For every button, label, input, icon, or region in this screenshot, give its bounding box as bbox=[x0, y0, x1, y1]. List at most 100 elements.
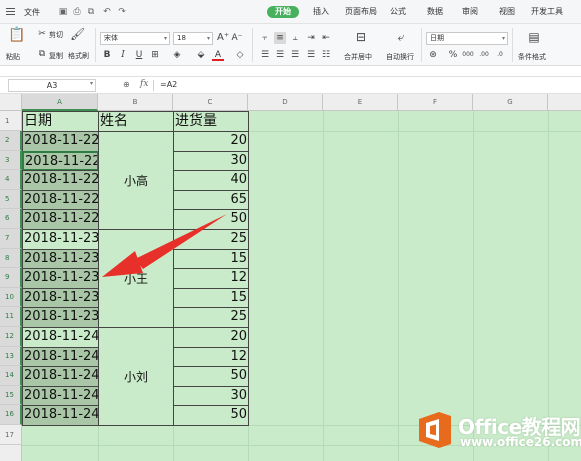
format-painter-icon[interactable]: 🖌 bbox=[70, 28, 85, 40]
align-top-icon[interactable]: ⫟ bbox=[259, 32, 271, 44]
tab-data[interactable]: 数据 bbox=[427, 6, 443, 18]
export-icon[interactable]: ⧉ bbox=[86, 7, 96, 17]
copy-icon[interactable]: ⧉ bbox=[36, 48, 48, 60]
align-center-icon[interactable]: ☰ bbox=[274, 49, 286, 61]
menu-icon[interactable] bbox=[6, 8, 15, 15]
tab-review[interactable]: 审阅 bbox=[462, 6, 478, 18]
separator bbox=[252, 28, 253, 62]
font-size-value: 18 bbox=[177, 34, 186, 42]
percent-icon[interactable]: % bbox=[447, 49, 459, 61]
tab-home[interactable]: 开始 bbox=[267, 6, 299, 18]
increase-font-icon[interactable]: A⁺ bbox=[217, 32, 229, 44]
column-header-g[interactable]: G bbox=[473, 94, 548, 111]
formula-bar: A3 ▾ ⊕ fx =A2 bbox=[0, 76, 581, 94]
row-header[interactable]: 16 bbox=[0, 405, 22, 425]
tab-page-layout[interactable]: 页面布局 bbox=[345, 6, 377, 18]
row-header[interactable]: 15 bbox=[0, 385, 22, 406]
tab-view[interactable]: 视图 bbox=[499, 6, 515, 18]
tab-formulas[interactable]: 公式 bbox=[390, 6, 406, 18]
align-left-icon[interactable]: ☰ bbox=[259, 49, 271, 61]
column-header-e[interactable]: E bbox=[323, 94, 398, 111]
row-header[interactable]: 7 bbox=[0, 229, 22, 249]
border-icon[interactable]: ⊞ bbox=[149, 49, 161, 61]
row-headers: 1 2 3 4 5 6 7 8 9 10 11 12 13 14 15 16 1… bbox=[0, 111, 22, 461]
save-icon[interactable]: ▣ bbox=[58, 7, 68, 17]
column-header-c[interactable]: C bbox=[173, 94, 248, 111]
font-name-select[interactable]: 宋体 ▾ bbox=[100, 32, 170, 45]
font-size-select[interactable]: 18 ▾ bbox=[173, 32, 213, 45]
separator bbox=[95, 28, 96, 62]
paste-button[interactable]: 粘贴 bbox=[6, 52, 20, 62]
align-bottom-icon[interactable]: ⫠ bbox=[289, 32, 301, 44]
row-header[interactable]: 12 bbox=[0, 327, 22, 347]
align-middle-icon[interactable]: ≡ bbox=[274, 32, 286, 44]
row-header[interactable]: 14 bbox=[0, 366, 22, 386]
file-menu[interactable]: 文件 bbox=[24, 7, 40, 18]
wrap-text-button[interactable]: 自动换行 bbox=[386, 52, 414, 62]
cut-icon[interactable]: ✂ bbox=[36, 28, 48, 40]
annotation-arrow-icon bbox=[102, 214, 227, 277]
separator bbox=[512, 28, 513, 62]
align-right-icon[interactable]: ☰ bbox=[289, 49, 301, 61]
chevron-down-icon[interactable]: ▾ bbox=[90, 80, 93, 87]
cut-button[interactable]: 剪切 bbox=[49, 30, 63, 40]
fill-bucket-icon[interactable]: ⬙ bbox=[195, 49, 207, 61]
column-header-a[interactable]: A bbox=[22, 94, 98, 111]
increase-decimal-icon[interactable]: .00 bbox=[478, 49, 490, 61]
watermark-url: www.office26.com bbox=[460, 435, 581, 449]
bold-button[interactable]: B bbox=[101, 49, 113, 61]
column-header-d[interactable]: D bbox=[248, 94, 323, 111]
format-painter-button[interactable]: 格式刷 bbox=[68, 51, 89, 61]
separator bbox=[153, 80, 154, 91]
row-header[interactable]: 4 bbox=[0, 170, 22, 190]
copy-button[interactable]: 复制 bbox=[49, 51, 63, 61]
conditional-format-button[interactable]: 条件格式 bbox=[518, 52, 546, 62]
italic-button[interactable]: I bbox=[117, 49, 129, 61]
select-all-corner[interactable] bbox=[0, 94, 22, 111]
row-header[interactable]: 11 bbox=[0, 307, 22, 327]
decrease-decimal-icon[interactable]: .0 bbox=[494, 49, 506, 61]
undo-icon[interactable]: ↶ bbox=[102, 7, 112, 17]
outdent-icon[interactable]: ⇤ bbox=[320, 32, 332, 44]
row-header[interactable]: 17 bbox=[0, 425, 22, 445]
justify-icon[interactable]: ☰ bbox=[305, 49, 317, 61]
number-format-select[interactable]: 日期 ▾ bbox=[426, 32, 508, 45]
merge-center-button[interactable]: 合并居中 bbox=[344, 52, 372, 62]
decrease-font-icon[interactable]: A⁻ bbox=[231, 32, 243, 44]
merge-center-icon[interactable]: ⊟ bbox=[355, 31, 367, 43]
row-header[interactable]: 6 bbox=[0, 209, 22, 229]
zoom-icon[interactable]: ⊕ bbox=[123, 80, 130, 89]
row-header[interactable]: 1 bbox=[0, 111, 22, 131]
conditional-format-icon[interactable]: ▤ bbox=[528, 31, 540, 43]
fill-color-icon[interactable]: ◈ bbox=[171, 49, 183, 61]
currency-icon[interactable]: ⊛ bbox=[427, 49, 439, 61]
underline-button[interactable]: U bbox=[133, 49, 145, 61]
row-header[interactable]: 2 bbox=[0, 131, 22, 151]
column-header-f[interactable]: F bbox=[398, 94, 473, 111]
chevron-down-icon: ▾ bbox=[163, 35, 167, 42]
name-box[interactable]: A3 bbox=[8, 79, 96, 92]
fx-icon[interactable]: fx bbox=[140, 79, 148, 89]
row-header[interactable]: 3 bbox=[0, 150, 22, 171]
formula-input[interactable]: =A2 bbox=[160, 80, 177, 89]
wrap-text-icon[interactable]: ⤶ bbox=[395, 31, 407, 43]
column-header-b[interactable]: B bbox=[98, 94, 173, 111]
row-header[interactable]: 13 bbox=[0, 346, 22, 367]
thousands-icon[interactable]: 000 bbox=[462, 49, 474, 61]
clear-format-icon[interactable]: ◇ bbox=[234, 49, 246, 61]
paste-icon[interactable]: 📋 bbox=[8, 28, 25, 45]
print-icon[interactable]: ⎙ bbox=[72, 7, 82, 17]
chevron-down-icon: ▾ bbox=[501, 35, 505, 42]
tab-insert[interactable]: 插入 bbox=[313, 6, 329, 18]
font-name-value: 宋体 bbox=[104, 34, 118, 42]
indent-icon[interactable]: ⇥ bbox=[305, 32, 317, 44]
redo-icon[interactable]: ↷ bbox=[117, 7, 127, 17]
row-header[interactable]: 8 bbox=[0, 248, 22, 269]
row-header[interactable]: 5 bbox=[0, 189, 22, 210]
sheet-grid[interactable]: 日期 姓名 进货量 2018-11-22 2018-11-22 2018-11-… bbox=[22, 111, 581, 461]
row-header[interactable]: 9 bbox=[0, 268, 22, 288]
distributed-icon[interactable]: ☷ bbox=[320, 49, 332, 61]
row-header[interactable]: 10 bbox=[0, 287, 22, 308]
font-color-icon[interactable]: A bbox=[212, 49, 224, 61]
tab-developer[interactable]: 开发工具 bbox=[531, 6, 563, 18]
